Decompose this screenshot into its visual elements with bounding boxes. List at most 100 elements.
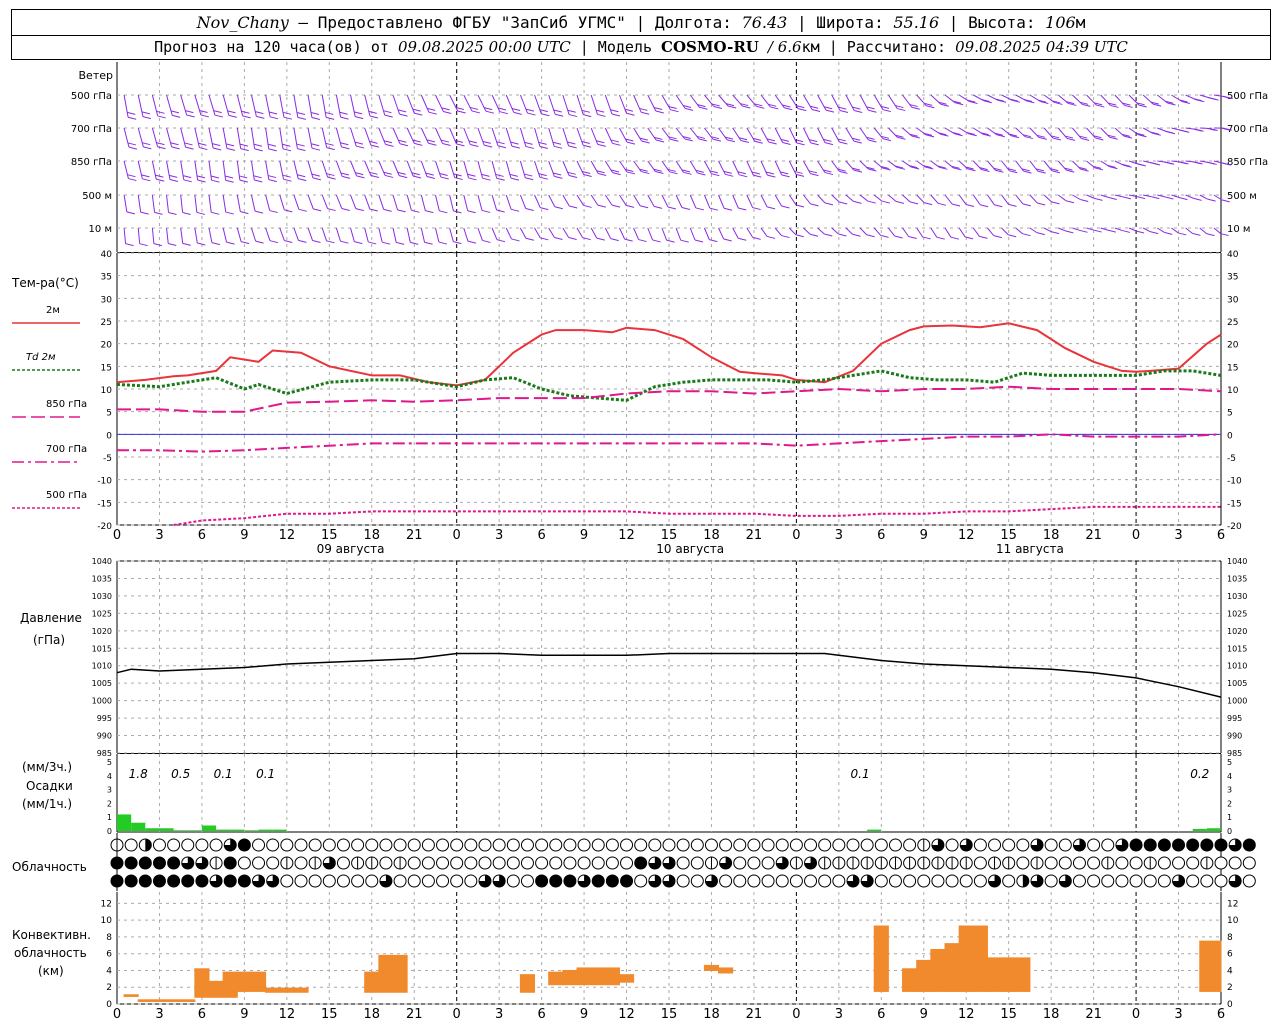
wind-barb	[236, 160, 249, 183]
cloud-cover-symbol	[1143, 874, 1157, 888]
wind-barb-staff	[491, 160, 498, 179]
wind-barb-feather	[581, 140, 590, 144]
wind-barb	[420, 94, 437, 115]
wind-barb-feather	[853, 140, 862, 144]
hour-tick-label: 12	[958, 528, 975, 543]
cloud-cover-symbol	[294, 856, 308, 870]
wind-barb-feather	[1153, 103, 1162, 107]
wind-barb	[293, 94, 306, 120]
temp-tick-right: 25	[1227, 318, 1238, 328]
cloud-cover-symbol	[945, 874, 959, 888]
convective-bar	[1001, 957, 1031, 992]
wind-barb-staff	[604, 94, 613, 115]
wind-barb-feather	[425, 172, 434, 176]
wind-barb-feather	[467, 173, 476, 177]
cloud-cover-symbol	[280, 838, 294, 852]
wind-barb-feather	[1079, 229, 1088, 233]
wind-barb-staff	[250, 127, 256, 149]
convective-bar	[123, 994, 139, 997]
wind-barb	[250, 127, 263, 152]
cloud-cover-symbol	[775, 856, 789, 870]
wind-barb-feather	[655, 110, 664, 114]
precip-bar	[131, 822, 146, 831]
wind-barb	[208, 160, 220, 183]
cloud-cover-symbol	[181, 838, 195, 852]
wind-barb-staff	[661, 227, 668, 241]
cloud-circle	[620, 838, 634, 852]
wind-barb-feather	[368, 241, 377, 245]
wind-barb-staff	[378, 127, 386, 145]
cloud-cover-symbol	[336, 856, 350, 870]
wind-barb-feather	[383, 208, 392, 212]
cloud-cover-symbol	[634, 874, 648, 888]
cloud-cover-symbol	[1143, 838, 1157, 852]
cloud-cover-symbol	[478, 838, 492, 852]
cloud-circle	[1087, 874, 1101, 888]
wind-barb-staff	[675, 160, 684, 173]
cloud-cover-symbol	[832, 874, 846, 888]
hour-tick-label: 21	[746, 528, 763, 543]
wind-barb-staff	[902, 227, 910, 237]
cloud-circle	[450, 874, 464, 888]
cloud-circle	[1129, 856, 1143, 870]
wind-barb-feather	[142, 178, 151, 182]
cloud-cover-symbol	[704, 838, 718, 852]
wind-barb-staff	[335, 160, 343, 177]
cloud-circle	[832, 838, 846, 852]
wind-barb	[420, 194, 434, 214]
wind-barb-feather	[327, 176, 336, 180]
wind-barb-staff	[831, 194, 840, 203]
cloud-circle	[577, 856, 591, 870]
convective-bar	[873, 925, 889, 992]
cloud-circle	[379, 856, 393, 870]
wind-barb	[1185, 227, 1201, 236]
wind-barb-staff	[732, 127, 742, 141]
wind-barb	[1072, 127, 1090, 141]
precip-tick-left: 0	[107, 827, 112, 836]
hour-tick-label-bottom: 21	[746, 1007, 763, 1022]
wind-barb-staff	[307, 94, 313, 118]
wind-barb	[873, 94, 891, 113]
cloud-cover-symbol	[1172, 838, 1186, 852]
wind-barb-feather	[524, 173, 533, 177]
wind-barb-staff	[548, 227, 555, 238]
wind-barb-feather	[694, 239, 704, 243]
wind-barb-staff	[435, 94, 444, 112]
wind-barb	[576, 127, 592, 148]
temp-tick-left: 30	[101, 295, 113, 305]
wind-barb-staff	[321, 160, 329, 178]
wind-barb-feather	[527, 112, 536, 116]
cloud-fill-full	[238, 839, 251, 851]
wind-barb	[392, 160, 408, 179]
cloud-circle	[464, 856, 478, 870]
wind-barb	[236, 127, 249, 152]
cloud-cover-symbol	[506, 856, 520, 870]
wind-barb-staff	[1015, 194, 1024, 205]
wind-barb	[760, 160, 776, 178]
cloud-fill-full	[1158, 839, 1171, 851]
hour-tick-label-bottom: 18	[363, 1007, 380, 1022]
wind-barb	[491, 227, 506, 243]
precip-tick-left: 2	[107, 799, 112, 808]
wind-barb	[902, 127, 920, 139]
wind-barb-feather	[228, 114, 237, 118]
cloud-circle	[506, 838, 520, 852]
wind-barb	[335, 194, 350, 211]
wind-barb-staff	[364, 194, 371, 210]
pressure-tick-right: 1010	[1227, 662, 1247, 671]
wind-barb-staff	[137, 227, 141, 244]
wind-barb-feather	[481, 173, 490, 177]
wind-barb	[1199, 194, 1216, 202]
temp-tick-right: 15	[1227, 363, 1238, 373]
wind-barb-feather	[1135, 162, 1145, 166]
wind-barb-staff	[236, 227, 242, 242]
wind-barb-staff	[236, 194, 241, 212]
cloud-cover-symbol	[252, 838, 266, 852]
wind-barb-feather	[684, 138, 693, 142]
cloud-circle	[690, 856, 704, 870]
wind-barb	[1185, 194, 1202, 201]
wind-barb-feather	[625, 204, 635, 208]
cloud-cover-symbol	[152, 838, 166, 852]
wind-barb	[916, 127, 935, 138]
cloud-cover-symbol	[322, 856, 336, 870]
